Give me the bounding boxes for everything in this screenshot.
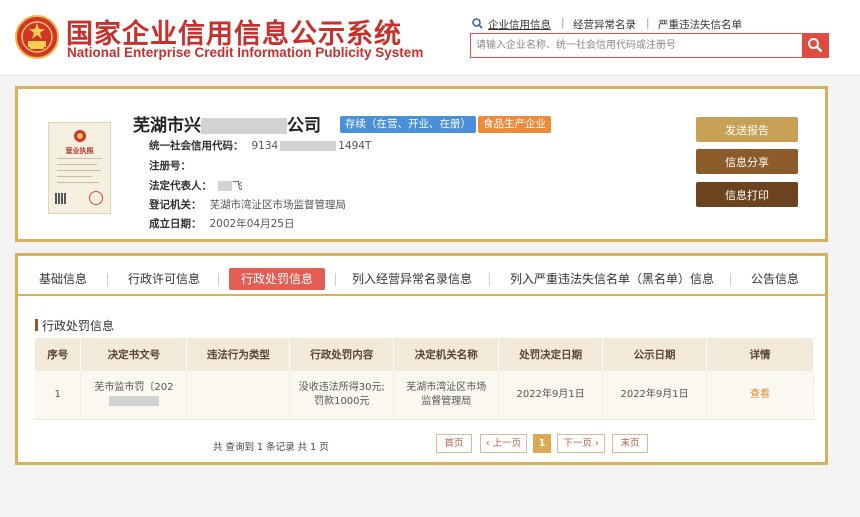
column-header: 处罚决定日期 xyxy=(498,338,604,371)
info-establish-date: 成立日期： 2002年04月25日 xyxy=(149,218,295,230)
tab-blacklist[interactable]: 列入严重违法失信名单（黑名单）信息 xyxy=(510,268,714,290)
tab-separator xyxy=(107,273,108,286)
magnifier-icon xyxy=(808,38,823,53)
column-header: 决定机关名称 xyxy=(393,338,500,371)
search-button[interactable] xyxy=(802,34,828,57)
nav-separator: | xyxy=(561,17,565,29)
search-bar xyxy=(470,33,829,58)
column-header: 违法行为类型 xyxy=(186,338,291,371)
column-header: 行政处罚内容 xyxy=(289,338,395,371)
print-info-button[interactable]: 信息打印 xyxy=(696,182,798,207)
site-subtitle: National Enterprise Credit Information P… xyxy=(67,45,424,60)
license-title: 营业执照 xyxy=(65,147,94,155)
status-badge: 存续（在营、开业、在册） xyxy=(340,116,476,133)
first-page-button[interactable]: 首页 xyxy=(436,434,472,453)
cell-publish-date: 2022年9月1日 xyxy=(602,371,708,420)
tab-announcements[interactable]: 公告信息 xyxy=(751,268,799,290)
penalty-table: 序号 决定书文号 违法行为类型 行政处罚内容 决定机关名称 处罚决定日期 公示日… xyxy=(35,338,814,420)
last-page-button[interactable]: 末页 xyxy=(612,434,648,453)
company-name-prefix: 芜湖市兴 xyxy=(133,116,201,136)
license-text-line xyxy=(57,164,97,165)
tab-separator xyxy=(730,273,731,286)
redacted-mask xyxy=(280,141,337,151)
nav-separator: | xyxy=(646,17,650,29)
prev-page-button[interactable]: ‹ 上一页 xyxy=(480,434,527,453)
nav-abnormal-list[interactable]: 经营异常名录 xyxy=(573,17,636,32)
cell-detail: 查看 xyxy=(706,371,814,420)
pager-summary: 共 查询到 1 条记录 共 1 页 xyxy=(213,442,329,453)
cell-authority: 芜湖市湾沚区市场 监督管理局 xyxy=(393,371,500,420)
view-detail-link[interactable]: 查看 xyxy=(750,389,770,400)
company-name-suffix: 公司 xyxy=(287,116,321,136)
details-card: 基础信息 行政许可信息 行政处罚信息 列入经营异常名录信息 列入严重违法失信名单… xyxy=(15,253,828,465)
license-seal xyxy=(89,191,103,205)
redacted-mask xyxy=(201,118,287,134)
nav-serious-violation-list[interactable]: 严重违法失信名单 xyxy=(658,17,742,32)
send-report-button[interactable]: 发送报告 xyxy=(696,117,798,142)
tab-basic-info[interactable]: 基础信息 xyxy=(39,268,87,290)
table-header-row: 序号 决定书文号 违法行为类型 行政处罚内容 决定机关名称 处罚决定日期 公示日… xyxy=(35,338,814,371)
cell-penalty-content: 没收违法所得30元; 罚款1000元 xyxy=(289,371,395,420)
section-marker xyxy=(35,319,38,331)
national-emblem-icon xyxy=(15,15,59,59)
tab-admin-penalty[interactable]: 行政处罚信息 xyxy=(229,268,326,290)
tab-separator xyxy=(335,273,336,286)
license-text-line xyxy=(57,182,99,183)
redacted-mask xyxy=(218,181,232,191)
next-page-button[interactable]: 下一页 › xyxy=(557,434,605,453)
tab-admin-license[interactable]: 行政许可信息 xyxy=(128,268,200,290)
info-legal-representative: 法定代表人：飞 xyxy=(149,180,243,192)
cell-violation-type xyxy=(186,371,291,420)
info-registration-number: 注册号： xyxy=(149,160,191,172)
redacted-mask xyxy=(108,395,159,406)
company-summary-card: 营业执照 芜湖市兴 公司 存续（在营、开业、在册） 食品生产企业 统一社会信用代码… xyxy=(15,86,828,242)
column-header: 决定书文号 xyxy=(80,338,188,371)
tab-abnormal-operation[interactable]: 列入经营异常名录信息 xyxy=(352,268,472,290)
cell-decision-date: 2022年9月1日 xyxy=(498,371,604,420)
table-row: 1 芜市监市罚〔202 没收违法所得30元; 罚款1000元 芜湖市湾沚区市场 监督… xyxy=(35,371,814,420)
info-registration-authority: 登记机关： 芜湖市湾沚区市场监督管理局 xyxy=(149,199,346,211)
section-title: 行政处罚信息 xyxy=(35,317,114,334)
license-emblem-icon xyxy=(74,130,86,142)
site-header: 国家企业信用信息公示系统 National Enterprise Credit … xyxy=(0,0,860,76)
column-header: 详情 xyxy=(706,338,814,371)
current-page-button[interactable]: 1 xyxy=(533,434,551,453)
license-text-line xyxy=(57,158,102,159)
tab-separator xyxy=(218,273,219,286)
company-name: 芜湖市兴 公司 xyxy=(133,111,321,136)
license-text-line xyxy=(57,176,92,177)
search-icon xyxy=(472,18,483,29)
info-credit-code: 统一社会信用代码： 9134 1494T xyxy=(149,140,372,152)
nav-enterprise-credit[interactable]: 企业信用信息 xyxy=(488,17,551,32)
cell-doc-number: 芜市监市罚〔202 xyxy=(80,371,188,420)
column-header: 序号 xyxy=(35,338,82,371)
search-input[interactable] xyxy=(471,34,802,57)
business-license-image[interactable]: 营业执照 xyxy=(48,122,111,214)
license-qr-code xyxy=(55,193,66,204)
license-text-line xyxy=(57,170,101,171)
info-tabs: 基础信息 行政许可信息 行政处罚信息 列入经营异常名录信息 列入严重违法失信名单… xyxy=(18,266,825,296)
column-header: 公示日期 xyxy=(602,338,708,371)
cell-index: 1 xyxy=(35,371,82,420)
tab-separator xyxy=(489,273,490,286)
share-info-button[interactable]: 信息分享 xyxy=(696,149,798,174)
enterprise-type-badge: 食品生产企业 xyxy=(478,116,551,133)
top-nav: 企业信用信息 | 经营异常名录 | 严重违法失信名单 xyxy=(472,17,802,33)
